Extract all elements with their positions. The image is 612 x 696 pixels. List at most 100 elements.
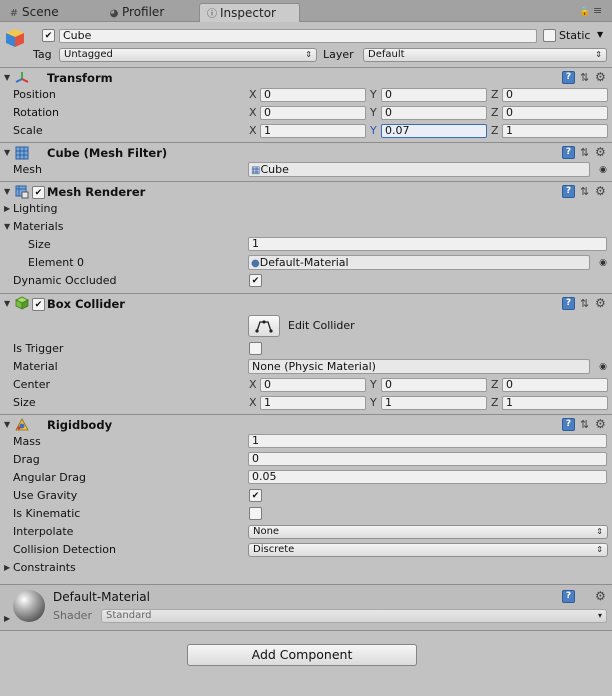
tab-profiler[interactable]: ◕ Profiler <box>108 3 188 22</box>
axis-z-label[interactable]: Z <box>491 88 499 102</box>
shader-dropdown[interactable]: Standard ▾ <box>101 609 607 623</box>
collision-detection-dropdown[interactable]: Discrete ⇕ <box>248 543 608 557</box>
foldout-open-icon[interactable]: ▼ <box>4 418 10 432</box>
foldout-open-icon[interactable]: ▼ <box>4 220 10 234</box>
scale-z-field[interactable]: 1 <box>502 124 608 138</box>
active-checkbox[interactable] <box>42 29 55 42</box>
foldout-open-icon[interactable]: ▼ <box>4 71 10 85</box>
scale-x-field[interactable]: 1 <box>260 124 366 138</box>
presets-icon[interactable]: ⇅ <box>580 418 589 431</box>
use-gravity-checkbox[interactable] <box>249 489 262 502</box>
tag-dropdown[interactable]: Untagged ⇕ <box>59 48 317 62</box>
object-picker-icon[interactable]: ◉ <box>599 163 607 177</box>
foldout-closed-icon[interactable]: ▶ <box>4 202 10 216</box>
size-z-field[interactable]: 1 <box>502 396 608 410</box>
collider-material-field[interactable]: None (Physic Material) <box>248 359 590 374</box>
presets-icon[interactable]: ⇅ <box>580 297 589 310</box>
foldout-closed-icon[interactable]: ▶ <box>4 561 10 575</box>
dynamic-occluded-checkbox[interactable] <box>249 274 262 287</box>
axis-y-label[interactable]: Y <box>370 106 377 120</box>
axis-y-label[interactable]: Y <box>370 396 377 410</box>
gear-icon[interactable]: ⚙ <box>595 145 606 159</box>
materials-size-field[interactable]: 1 <box>248 237 607 251</box>
help-icon[interactable]: ? <box>562 146 575 159</box>
box-collider-enabled-checkbox[interactable] <box>32 298 45 311</box>
tab-scene[interactable]: # Scene <box>8 3 88 22</box>
gear-icon[interactable]: ⚙ <box>595 417 606 431</box>
lighting-foldout[interactable]: Lighting <box>13 202 57 216</box>
rotation-y-field[interactable]: 0 <box>381 106 487 120</box>
presets-icon[interactable]: ⇅ <box>580 146 589 159</box>
size-x-field[interactable]: 1 <box>260 396 366 410</box>
mesh-renderer-header[interactable]: ▼ Mesh Renderer ? ⇅ ⚙ <box>0 183 612 201</box>
center-y-field[interactable]: 0 <box>381 378 487 392</box>
object-picker-icon[interactable]: ◉ <box>599 360 607 374</box>
object-picker-icon[interactable]: ◉ <box>599 256 607 270</box>
gear-icon[interactable]: ⚙ <box>595 296 606 310</box>
add-component-button[interactable]: Add Component <box>187 644 417 666</box>
axis-z-label[interactable]: Z <box>491 378 499 392</box>
position-z-field[interactable]: 0 <box>502 88 608 102</box>
help-icon[interactable]: ? <box>562 418 575 431</box>
materials-foldout[interactable]: Materials <box>13 220 63 234</box>
axis-x-label[interactable]: X <box>249 396 257 410</box>
box-collider-header[interactable]: ▼ Box Collider ? ⇅ ⚙ <box>0 295 612 313</box>
help-icon[interactable]: ? <box>562 590 575 603</box>
edit-collider-button[interactable] <box>248 315 280 337</box>
mesh-object-field[interactable]: ▦Cube <box>248 162 590 177</box>
presets-icon[interactable]: ⇅ <box>580 185 589 198</box>
mass-field[interactable]: 1 <box>248 434 607 448</box>
foldout-open-icon[interactable]: ▼ <box>4 297 10 311</box>
rigidbody-title: Rigidbody <box>47 418 113 432</box>
axis-x-label[interactable]: X <box>249 106 257 120</box>
is-trigger-checkbox[interactable] <box>249 342 262 355</box>
axis-z-label[interactable]: Z <box>491 396 499 410</box>
help-icon[interactable]: ? <box>562 297 575 310</box>
mesh-filter-header[interactable]: ▼ Cube (Mesh Filter) ? ⇅ ⚙ <box>0 144 612 162</box>
angular-drag-field[interactable]: 0.05 <box>248 470 607 484</box>
help-icon[interactable]: ? <box>562 71 575 84</box>
static-dropdown-icon[interactable]: ▼ <box>597 30 603 39</box>
tab-menu-icon[interactable]: ≡ <box>593 4 602 17</box>
center-x-field[interactable]: 0 <box>260 378 366 392</box>
static-checkbox[interactable] <box>543 29 556 42</box>
rigidbody-header[interactable]: ▼ Rigidbody ? ⇅ ⚙ <box>0 416 612 434</box>
dynamic-occluded-label: Dynamic Occluded <box>13 274 117 287</box>
axis-x-label[interactable]: X <box>249 88 257 102</box>
center-z-field[interactable]: 0 <box>502 378 608 392</box>
element0-object-field[interactable]: ●Default-Material <box>248 255 590 270</box>
gear-icon[interactable]: ⚙ <box>595 589 606 603</box>
axis-x-label[interactable]: X <box>249 124 257 138</box>
interpolate-dropdown[interactable]: None ⇕ <box>248 525 608 539</box>
size-y-field[interactable]: 1 <box>381 396 487 410</box>
constraints-foldout[interactable]: Constraints <box>13 561 76 575</box>
profiler-icon: ◕ <box>109 8 119 19</box>
lock-icon[interactable]: 🔒 <box>579 7 590 17</box>
drag-field[interactable]: 0 <box>248 452 607 466</box>
position-y-field[interactable]: 0 <box>381 88 487 102</box>
mesh-renderer-enabled-checkbox[interactable] <box>32 186 45 199</box>
help-icon[interactable]: ? <box>562 185 575 198</box>
component-header-icons: ? ⇅ ⚙ <box>562 184 608 199</box>
axis-y-label[interactable]: Y <box>370 88 377 102</box>
gear-icon[interactable]: ⚙ <box>595 70 606 84</box>
presets-icon[interactable]: ⇅ <box>580 71 589 84</box>
is-kinematic-checkbox[interactable] <box>249 507 262 520</box>
position-x-field[interactable]: 0 <box>260 88 366 102</box>
axis-y-label[interactable]: Y <box>370 124 377 138</box>
foldout-closed-icon[interactable]: ▶ <box>4 612 10 626</box>
scale-y-field[interactable]: 0.07 <box>381 124 487 138</box>
gear-icon[interactable]: ⚙ <box>595 184 606 198</box>
axis-z-label[interactable]: Z <box>491 124 499 138</box>
object-name-field[interactable]: Cube <box>59 29 537 43</box>
axis-z-label[interactable]: Z <box>491 106 499 120</box>
rotation-z-field[interactable]: 0 <box>502 106 608 120</box>
foldout-open-icon[interactable]: ▼ <box>4 185 10 199</box>
transform-header[interactable]: ▼ Transform ? ⇅ ⚙ <box>0 69 612 87</box>
axis-x-label[interactable]: X <box>249 378 257 392</box>
foldout-open-icon[interactable]: ▼ <box>4 146 10 160</box>
layer-dropdown[interactable]: Default ⇕ <box>363 48 607 62</box>
rotation-x-field[interactable]: 0 <box>260 106 366 120</box>
tab-inspector[interactable]: ⓘ Inspector <box>199 3 300 22</box>
axis-y-label[interactable]: Y <box>370 378 377 392</box>
